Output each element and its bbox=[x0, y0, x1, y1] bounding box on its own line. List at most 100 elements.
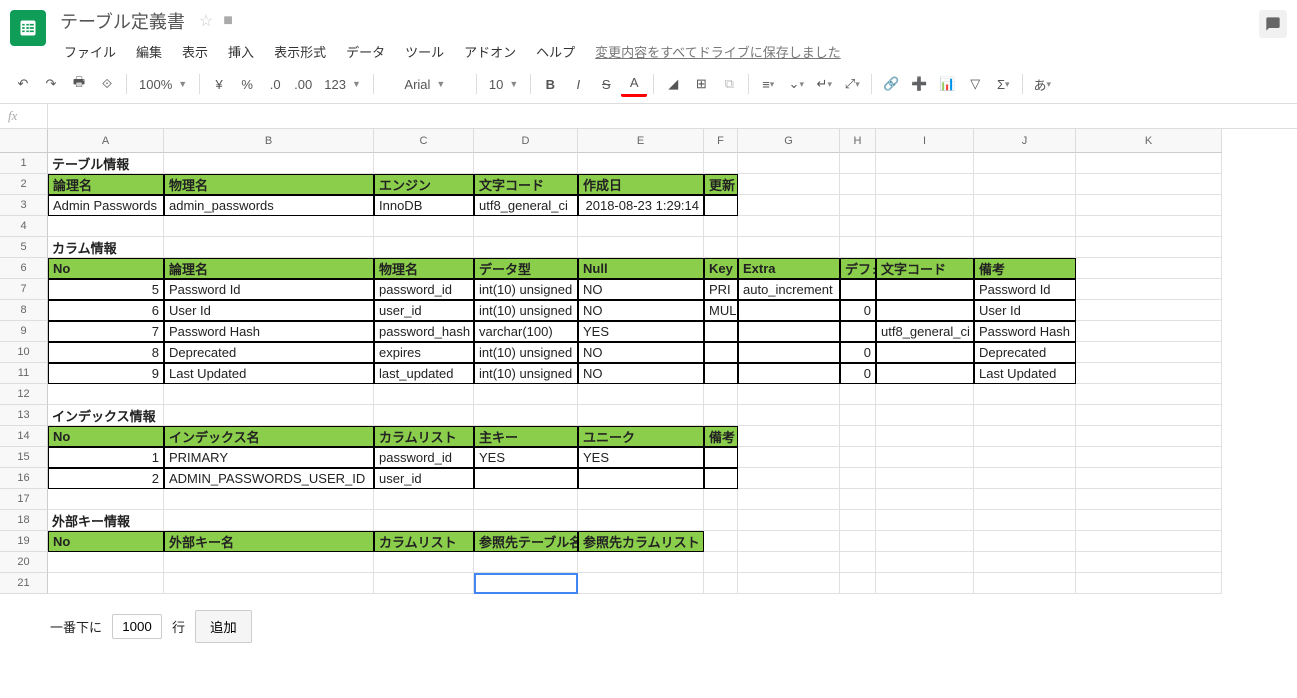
cell-D11[interactable]: int(10) unsigned bbox=[474, 363, 578, 384]
cell-E15[interactable]: YES bbox=[578, 447, 704, 468]
row-header-4[interactable]: 4 bbox=[0, 216, 48, 237]
zoom-select[interactable]: 100%▼ bbox=[133, 71, 193, 97]
wrap-button[interactable]: ↵▾ bbox=[811, 71, 837, 97]
cell-A4[interactable] bbox=[48, 216, 164, 237]
cell-D15[interactable]: YES bbox=[474, 447, 578, 468]
cell-H6[interactable]: デフォ bbox=[840, 258, 876, 279]
cell-C12[interactable] bbox=[374, 384, 474, 405]
percent-button[interactable]: % bbox=[234, 71, 260, 97]
cell-I19[interactable] bbox=[876, 531, 974, 552]
cell-C8[interactable]: user_id bbox=[374, 300, 474, 321]
cell-F5[interactable] bbox=[704, 237, 738, 258]
cell-A13[interactable]: インデックス情報 bbox=[48, 405, 164, 426]
cell-D1[interactable] bbox=[474, 153, 578, 174]
row-header-8[interactable]: 8 bbox=[0, 300, 48, 321]
cell-K12[interactable] bbox=[1076, 384, 1222, 405]
cell-C5[interactable] bbox=[374, 237, 474, 258]
cell-K15[interactable] bbox=[1076, 447, 1222, 468]
cell-J18[interactable] bbox=[974, 510, 1076, 531]
cell-A16[interactable]: 2 bbox=[48, 468, 164, 489]
cell-K20[interactable] bbox=[1076, 552, 1222, 573]
cell-E20[interactable] bbox=[578, 552, 704, 573]
cell-E10[interactable]: NO bbox=[578, 342, 704, 363]
cell-K3[interactable] bbox=[1076, 195, 1222, 216]
row-header-19[interactable]: 19 bbox=[0, 531, 48, 552]
cell-D6[interactable]: データ型 bbox=[474, 258, 578, 279]
row-header-11[interactable]: 11 bbox=[0, 363, 48, 384]
cell-A15[interactable]: 1 bbox=[48, 447, 164, 468]
cell-A5[interactable]: カラム情報 bbox=[48, 237, 164, 258]
cell-E21[interactable] bbox=[578, 573, 704, 594]
cell-J16[interactable] bbox=[974, 468, 1076, 489]
cell-I8[interactable] bbox=[876, 300, 974, 321]
cell-H14[interactable] bbox=[840, 426, 876, 447]
menu-ファイル[interactable]: ファイル bbox=[56, 38, 124, 65]
cell-K5[interactable] bbox=[1076, 237, 1222, 258]
cell-D10[interactable]: int(10) unsigned bbox=[474, 342, 578, 363]
cell-G20[interactable] bbox=[738, 552, 840, 573]
cell-E12[interactable] bbox=[578, 384, 704, 405]
cell-J10[interactable]: Deprecated bbox=[974, 342, 1076, 363]
cell-G5[interactable] bbox=[738, 237, 840, 258]
cell-J4[interactable] bbox=[974, 216, 1076, 237]
row-header-21[interactable]: 21 bbox=[0, 573, 48, 594]
menu-アドオン[interactable]: アドオン bbox=[456, 38, 524, 65]
cell-J21[interactable] bbox=[974, 573, 1076, 594]
cell-K13[interactable] bbox=[1076, 405, 1222, 426]
cell-F6[interactable]: Key bbox=[704, 258, 738, 279]
row-header-16[interactable]: 16 bbox=[0, 468, 48, 489]
cell-D13[interactable] bbox=[474, 405, 578, 426]
cell-D12[interactable] bbox=[474, 384, 578, 405]
cell-F8[interactable]: MUL bbox=[704, 300, 738, 321]
cell-E18[interactable] bbox=[578, 510, 704, 531]
cell-G4[interactable] bbox=[738, 216, 840, 237]
cell-F21[interactable] bbox=[704, 573, 738, 594]
cell-K10[interactable] bbox=[1076, 342, 1222, 363]
cell-H11[interactable]: 0 bbox=[840, 363, 876, 384]
cell-C21[interactable] bbox=[374, 573, 474, 594]
cell-I16[interactable] bbox=[876, 468, 974, 489]
cell-B10[interactable]: Deprecated bbox=[164, 342, 374, 363]
cell-K9[interactable] bbox=[1076, 321, 1222, 342]
cell-B1[interactable] bbox=[164, 153, 374, 174]
cell-B11[interactable]: Last Updated bbox=[164, 363, 374, 384]
cell-I12[interactable] bbox=[876, 384, 974, 405]
col-header-D[interactable]: D bbox=[474, 129, 578, 153]
format-select[interactable]: 123▼ bbox=[318, 71, 367, 97]
cell-G15[interactable] bbox=[738, 447, 840, 468]
cell-F1[interactable] bbox=[704, 153, 738, 174]
cell-E5[interactable] bbox=[578, 237, 704, 258]
cell-E17[interactable] bbox=[578, 489, 704, 510]
cell-F13[interactable] bbox=[704, 405, 738, 426]
col-header-C[interactable]: C bbox=[374, 129, 474, 153]
cell-I20[interactable] bbox=[876, 552, 974, 573]
cell-J20[interactable] bbox=[974, 552, 1076, 573]
cell-D3[interactable]: utf8_general_ci bbox=[474, 195, 578, 216]
cell-C19[interactable]: カラムリスト bbox=[374, 531, 474, 552]
menu-ヘルプ[interactable]: ヘルプ bbox=[528, 38, 583, 65]
row-header-1[interactable]: 1 bbox=[0, 153, 48, 174]
cell-B21[interactable] bbox=[164, 573, 374, 594]
folder-icon[interactable]: ■ bbox=[223, 12, 233, 30]
cell-J6[interactable]: 備考 bbox=[974, 258, 1076, 279]
cell-F17[interactable] bbox=[704, 489, 738, 510]
font-select[interactable]: Arial▼ bbox=[380, 71, 470, 97]
cell-G10[interactable] bbox=[738, 342, 840, 363]
cell-J5[interactable] bbox=[974, 237, 1076, 258]
cell-G16[interactable] bbox=[738, 468, 840, 489]
cell-D7[interactable]: int(10) unsigned bbox=[474, 279, 578, 300]
cell-K21[interactable] bbox=[1076, 573, 1222, 594]
cell-G14[interactable] bbox=[738, 426, 840, 447]
cell-J15[interactable] bbox=[974, 447, 1076, 468]
cell-A21[interactable] bbox=[48, 573, 164, 594]
cell-A12[interactable] bbox=[48, 384, 164, 405]
cell-F18[interactable] bbox=[704, 510, 738, 531]
currency-button[interactable]: ¥ bbox=[206, 71, 232, 97]
bold-button[interactable]: B bbox=[537, 71, 563, 97]
cell-J13[interactable] bbox=[974, 405, 1076, 426]
cell-I6[interactable]: 文字コード bbox=[876, 258, 974, 279]
col-header-A[interactable]: A bbox=[48, 129, 164, 153]
cell-C11[interactable]: last_updated bbox=[374, 363, 474, 384]
cell-J7[interactable]: Password Id bbox=[974, 279, 1076, 300]
cell-A1[interactable]: テーブル情報 bbox=[48, 153, 164, 174]
